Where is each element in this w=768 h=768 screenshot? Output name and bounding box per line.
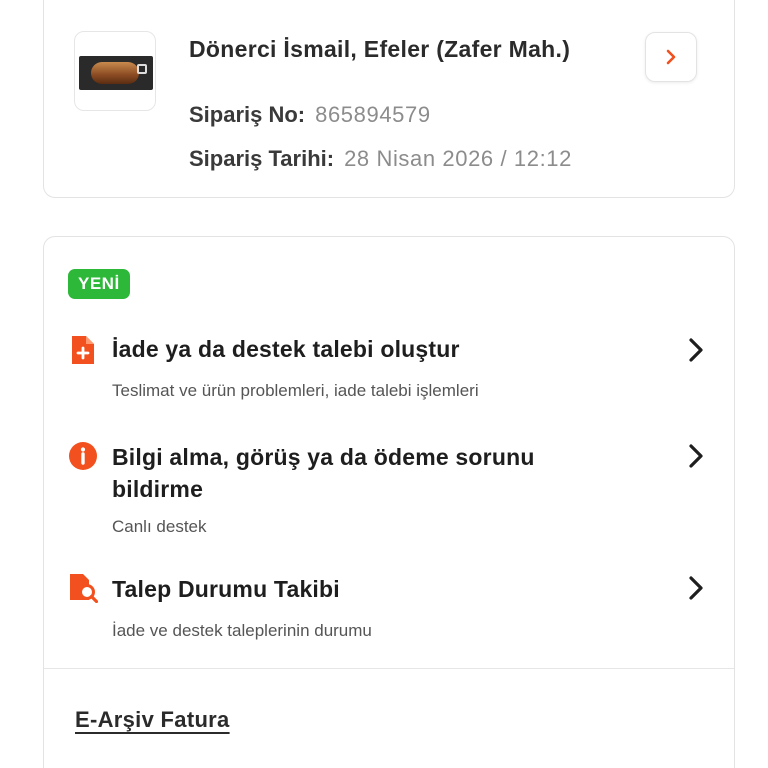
menu-item-title: Bilgi alma, görüş ya da ödeme sorunu bil… [112,444,535,502]
order-number-value: 865894579 [315,102,431,127]
menu-item-title: İade ya da destek talebi oluştur [112,336,460,362]
divider [44,668,734,669]
info-icon [69,442,97,470]
menu-item-subtitle: Teslimat ve ürün problemleri, iade taleb… [112,381,479,400]
store-name: Dönerci İsmail, Efeler (Zafer Mah.) [189,36,571,62]
order-number-label: Sipariş No: [189,102,306,127]
info-feedback-payment-issue[interactable]: Bilgi alma, görüş ya da ödeme sorunu bil… [44,439,734,549]
order-date-row: Sipariş Tarihi: 28 Nisan 2026 / 12:12 [189,146,572,172]
chevron-right-icon [689,444,703,468]
chevron-right-icon [689,338,703,362]
new-badge: YENİ [68,269,130,299]
e-archive-invoice-link[interactable]: E-Arşiv Fatura [75,707,230,733]
chevron-right-icon [689,576,703,600]
menu-item-title: Talep Durumu Takibi [112,576,340,602]
order-date-label: Sipariş Tarihi: [189,146,335,171]
order-summary-card: Dönerci İsmail, Efeler (Zafer Mah.) Sipa… [43,0,735,198]
order-date-value: 28 Nisan 2026 / 12:12 [344,146,572,171]
order-number-row: Sipariş No: 865894579 [189,102,431,128]
document-plus-icon [72,336,94,364]
menu-item-subtitle: İade ve destek taleplerinin durumu [112,621,372,640]
document-search-icon [70,574,98,603]
restaurant-thumbnail [74,31,156,111]
menu-item-subtitle: Canlı destek [112,517,207,536]
support-card: YENİ İade ya da destek talebi oluştur Te… [43,236,735,768]
request-status-tracking[interactable]: Talep Durumu Takibi İade ve destek talep… [44,573,734,653]
food-image [79,56,153,90]
order-detail-button[interactable] [645,32,697,82]
create-return-support-request[interactable]: İade ya da destek talebi oluştur Teslima… [44,333,734,413]
chevron-right-icon [666,49,676,65]
